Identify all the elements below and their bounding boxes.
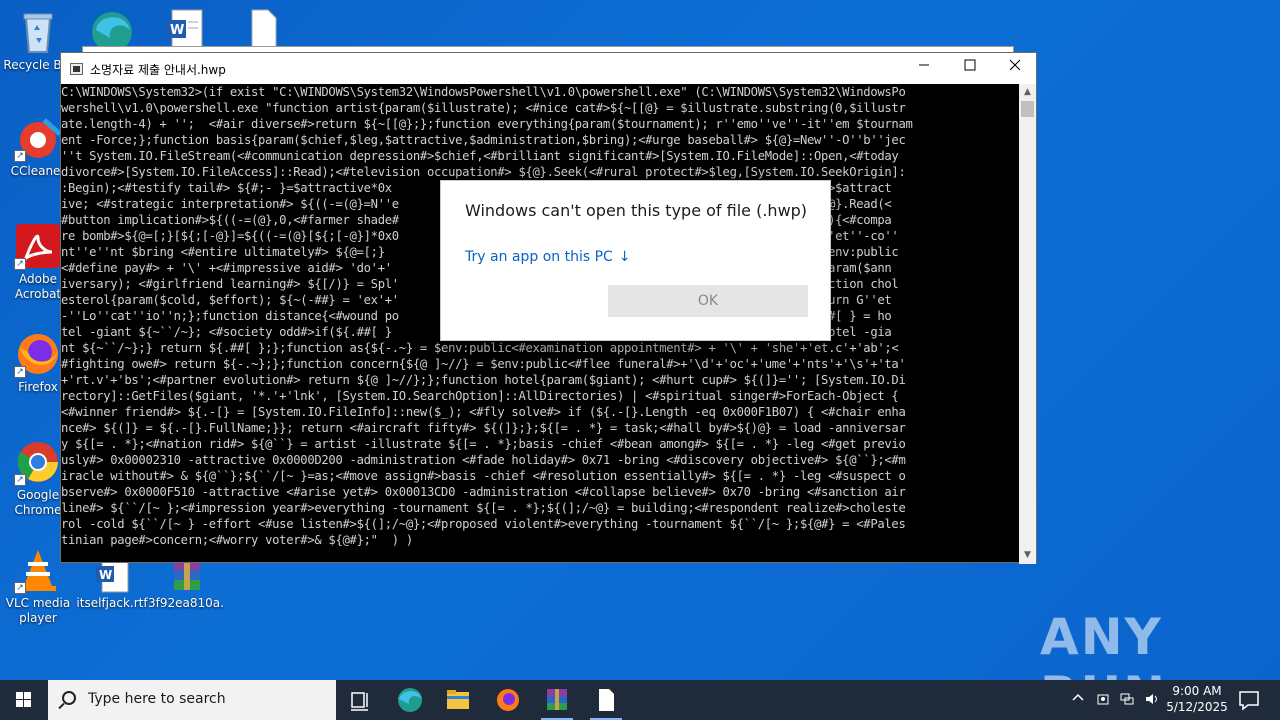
search-icon [62, 691, 76, 705]
console-line: rectory]::GetFiles($giant, '*.'+'lnk', [… [61, 389, 899, 403]
console-line: line#> ${``/[~ };<#impression year#>ever… [61, 501, 906, 515]
close-button[interactable] [992, 53, 1038, 84]
console-line: ''t System.IO.FileStream(<#communication… [61, 149, 899, 163]
blank-file-icon [599, 689, 614, 711]
open-with-dialog: Windows can't open this type of file (.h… [440, 180, 831, 341]
shortcut-arrow-icon: ↗ [14, 150, 26, 162]
dialog-title: Windows can't open this type of file (.h… [465, 201, 808, 220]
windows-logo-icon [16, 692, 31, 707]
console-line: C:\WINDOWS\System32>(if exist "C:\WINDOW… [61, 85, 906, 99]
task-view-icon [351, 692, 368, 711]
maximize-icon [964, 59, 976, 71]
shortcut-arrow-icon: ↗ [14, 582, 26, 594]
ok-button[interactable]: OK [608, 285, 808, 317]
anyrun-watermark: ANY RUN [1040, 608, 1280, 720]
shortcut-arrow-icon: ↗ [14, 474, 26, 486]
console-line: tinian page#>concern;<#worry voter#>& ${… [61, 533, 413, 547]
console-line: bserve#> 0x0000F510 -attractive <#arise … [61, 485, 906, 499]
console-line: divorce#>[System.IO.FileAccess]::Read);<… [61, 165, 906, 179]
chevron-up-icon[interactable] [1070, 692, 1086, 708]
desktop-icon-label: 3f92ea810a... [148, 596, 224, 610]
arrow-down-icon: ↓ [618, 249, 631, 265]
taskbar-search-box[interactable]: Type here to search [48, 680, 336, 720]
scroll-up-icon[interactable]: ▲ [1019, 84, 1036, 101]
start-button[interactable] [0, 680, 48, 720]
console-line: wershell\v1.0\powershell.exe "function a… [61, 101, 906, 115]
notification-icon [1239, 691, 1259, 711]
console-line: rol -cold ${``/[~ } -effort <#use listen… [61, 517, 906, 531]
console-line: <#winner friend#> ${.-[} = [System.IO.Fi… [61, 405, 906, 419]
console-line: nce#> ${(]} = ${.-[}.FullName;}}; return… [61, 421, 906, 435]
desktop-icon-rtf[interactable]: W itselfjack.rtf [74, 556, 150, 611]
chrome-icon: ↗ [14, 438, 62, 486]
svg-text:W: W [99, 568, 112, 582]
taskbar-winrar[interactable] [533, 680, 581, 720]
taskbar-firefox[interactable] [484, 680, 532, 720]
network-icon[interactable] [1119, 692, 1135, 708]
console-line: #fighting owe#> return ${-.~};};function… [61, 357, 906, 371]
notification-button[interactable] [1226, 680, 1274, 720]
console-title: 소명자료 제출 안내서.hwp [90, 63, 226, 77]
shortcut-arrow-icon: ↗ [14, 258, 26, 270]
firefox-icon: ↗ [14, 330, 62, 378]
svg-text:W: W [170, 23, 184, 38]
task-view-button[interactable] [336, 680, 384, 720]
search-placeholder: Type here to search [88, 691, 226, 707]
console-line: y ${[= . *};<#nation rid#> ${@``} = arti… [61, 437, 906, 451]
taskbar: Type here to search 9:00 AM 5/12/2025 [0, 680, 1280, 720]
clock-date: 5/12/2025 [1166, 700, 1228, 714]
desktop-icon-label: VLC media player [5, 596, 71, 625]
edge-icon [398, 688, 422, 712]
volume-icon[interactable] [1144, 692, 1160, 708]
maximize-button[interactable] [947, 53, 993, 84]
shortcut-arrow-icon: ↗ [14, 366, 26, 378]
console-line: ate.length-4) + ''; <#air diverse#>retur… [61, 117, 913, 131]
minimize-button[interactable] [901, 53, 947, 84]
acrobat-icon: ↗ [14, 222, 62, 270]
vlc-icon: ↗ [14, 546, 62, 594]
console-line: iracle without#> & ${@``};${``/[~ }=as;<… [61, 469, 906, 483]
try-app-link[interactable]: Try an app on this PC ↓ [465, 249, 631, 265]
taskbar-file-explorer[interactable] [434, 680, 482, 720]
console-line: nt ${~``/~};} return ${.##[ };};function… [61, 341, 899, 355]
close-icon [1009, 59, 1021, 71]
console-line: usly#> 0x00002310 -attractive 0x0000D200… [61, 453, 906, 467]
minimize-icon [919, 64, 929, 66]
desktop-icon-winrar[interactable]: 3f92ea810a... [148, 556, 224, 611]
console-line: ent -Force;};function basis{param($chief… [61, 133, 906, 147]
winrar-icon [547, 689, 567, 710]
taskbar-clock[interactable]: 9:00 AM 5/12/2025 [1162, 683, 1232, 715]
ccleaner-icon: ↗ [14, 114, 62, 162]
recycle-bin-icon [14, 8, 62, 56]
console-app-icon [70, 63, 83, 75]
console-titlebar[interactable]: 소명자료 제출 안내서.hwp [61, 53, 1036, 84]
taskbar-hwp-file[interactable] [582, 680, 630, 720]
folder-icon [447, 690, 469, 709]
security-icon[interactable] [1095, 692, 1111, 708]
console-line: +'rt.v'+'bs';<#partner evolution#> retur… [61, 373, 906, 387]
clock-time: 9:00 AM [1172, 684, 1222, 698]
scroll-thumb[interactable] [1021, 101, 1034, 117]
console-scrollbar[interactable]: ▲ ▼ [1019, 84, 1036, 564]
scroll-down-icon[interactable]: ▼ [1019, 547, 1036, 564]
firefox-icon [497, 689, 519, 711]
try-app-link-label: Try an app on this PC [465, 249, 613, 265]
desktop-icon-label: itselfjack.rtf [76, 596, 148, 610]
taskbar-edge[interactable] [386, 680, 434, 720]
